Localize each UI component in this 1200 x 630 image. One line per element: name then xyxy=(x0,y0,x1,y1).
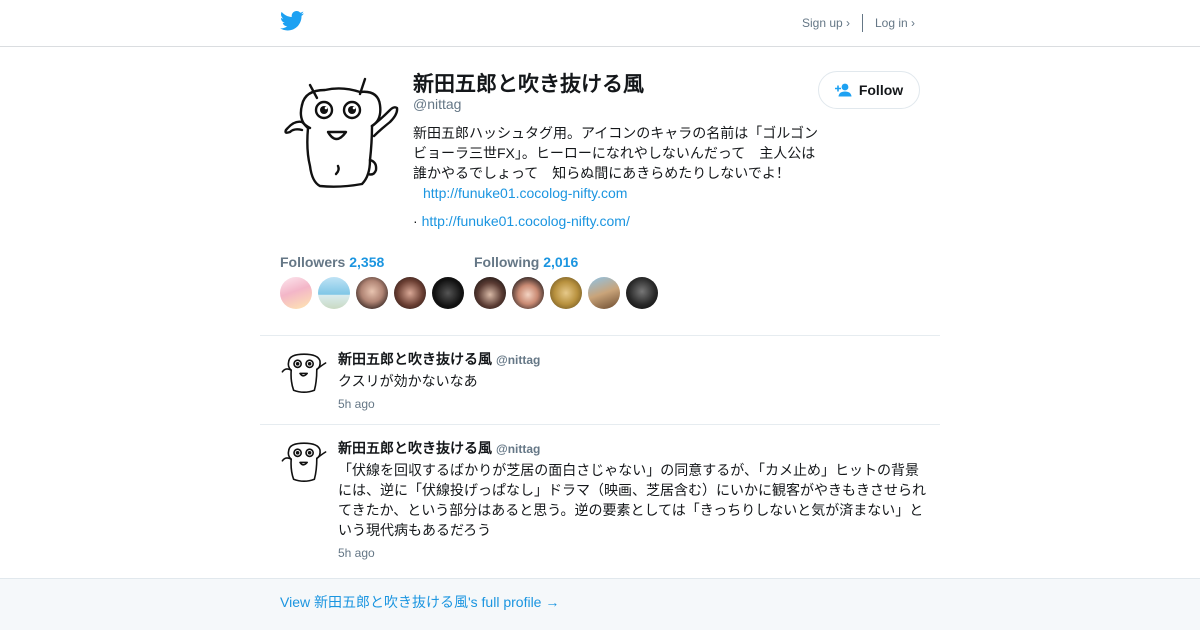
view-full-profile-link[interactable]: View 新田五郎と吹き抜ける風's full profile → xyxy=(280,592,559,612)
tweet-author[interactable]: 新田五郎と吹き抜ける風 @nittag xyxy=(338,438,540,458)
following-avatar[interactable] xyxy=(588,277,620,309)
followers-label: Followers xyxy=(280,254,346,270)
tweet-author-name: 新田五郎と吹き抜ける風 xyxy=(338,351,492,367)
followers-number: 2,358 xyxy=(349,254,385,270)
add-user-icon xyxy=(834,83,852,97)
bio-link[interactable]: http://funuke01.cocolog-nifty.com xyxy=(423,185,627,201)
tweet-author[interactable]: 新田五郎と吹き抜ける風 @nittag xyxy=(338,349,540,369)
top-bar: Sign up › Log in › xyxy=(0,0,1200,47)
section-divider xyxy=(260,335,940,336)
website-link[interactable]: http://funuke01.cocolog-nifty.com/ xyxy=(422,213,630,229)
following-number: 2,016 xyxy=(543,254,579,270)
tweet-author-handle: @nittag xyxy=(496,442,541,456)
twitter-bird-icon[interactable] xyxy=(280,11,304,31)
tweet-text: 「伏線を回収するばかりが芝居の面白さじゃない」の同意するが、「カメ止め」ヒットの… xyxy=(338,462,926,538)
profile-handle: @nittag xyxy=(413,96,462,112)
log-in-link[interactable]: Log in › xyxy=(875,16,915,30)
followers-count[interactable]: Followers 2,358 xyxy=(280,254,384,270)
profile-avatar[interactable] xyxy=(280,70,400,190)
header-divider xyxy=(862,14,863,32)
following-label: Following xyxy=(474,254,540,270)
tweet-timestamp[interactable]: 5h ago xyxy=(338,546,375,560)
tweet-avatar[interactable] xyxy=(280,347,328,395)
tweet-divider xyxy=(260,424,940,425)
follower-avatar[interactable] xyxy=(280,277,312,309)
profile-bio: 新田五郎ハッシュタグ用。アイコンのキャラの名前は「ゴルゴンビョーラ三世FX」。ヒ… xyxy=(413,123,829,203)
follower-avatar[interactable] xyxy=(356,277,388,309)
footer-bar: View 新田五郎と吹き抜ける風's full profile → xyxy=(0,578,1200,630)
follower-avatar[interactable] xyxy=(432,277,464,309)
following-count[interactable]: Following 2,016 xyxy=(474,254,578,270)
tweet-text: クスリが効かないなあ xyxy=(338,373,478,389)
tweet-author-handle: @nittag xyxy=(496,353,541,367)
following-avatar[interactable] xyxy=(626,277,658,309)
follow-button[interactable]: Follow xyxy=(818,71,920,109)
bio-text: 新田五郎ハッシュタグ用。アイコンのキャラの名前は「ゴルゴンビョーラ三世FX」。ヒ… xyxy=(413,125,819,181)
website-bullet: · xyxy=(413,213,418,229)
tweet-avatar[interactable] xyxy=(280,436,328,484)
sign-up-link[interactable]: Sign up › xyxy=(802,16,850,30)
tweet-timestamp[interactable]: 5h ago xyxy=(338,397,375,411)
following-avatar[interactable] xyxy=(474,277,506,309)
following-avatar[interactable] xyxy=(512,277,544,309)
follow-label: Follow xyxy=(858,82,904,98)
following-avatar[interactable] xyxy=(550,277,582,309)
follower-avatar[interactable] xyxy=(318,277,350,309)
tweet-author-name: 新田五郎と吹き抜ける風 xyxy=(338,440,492,456)
follower-avatar[interactable] xyxy=(394,277,426,309)
profile-name[interactable]: 新田五郎と吹き抜ける風 xyxy=(413,68,644,98)
profile-website: · http://funuke01.cocolog-nifty.com/ xyxy=(413,213,630,229)
